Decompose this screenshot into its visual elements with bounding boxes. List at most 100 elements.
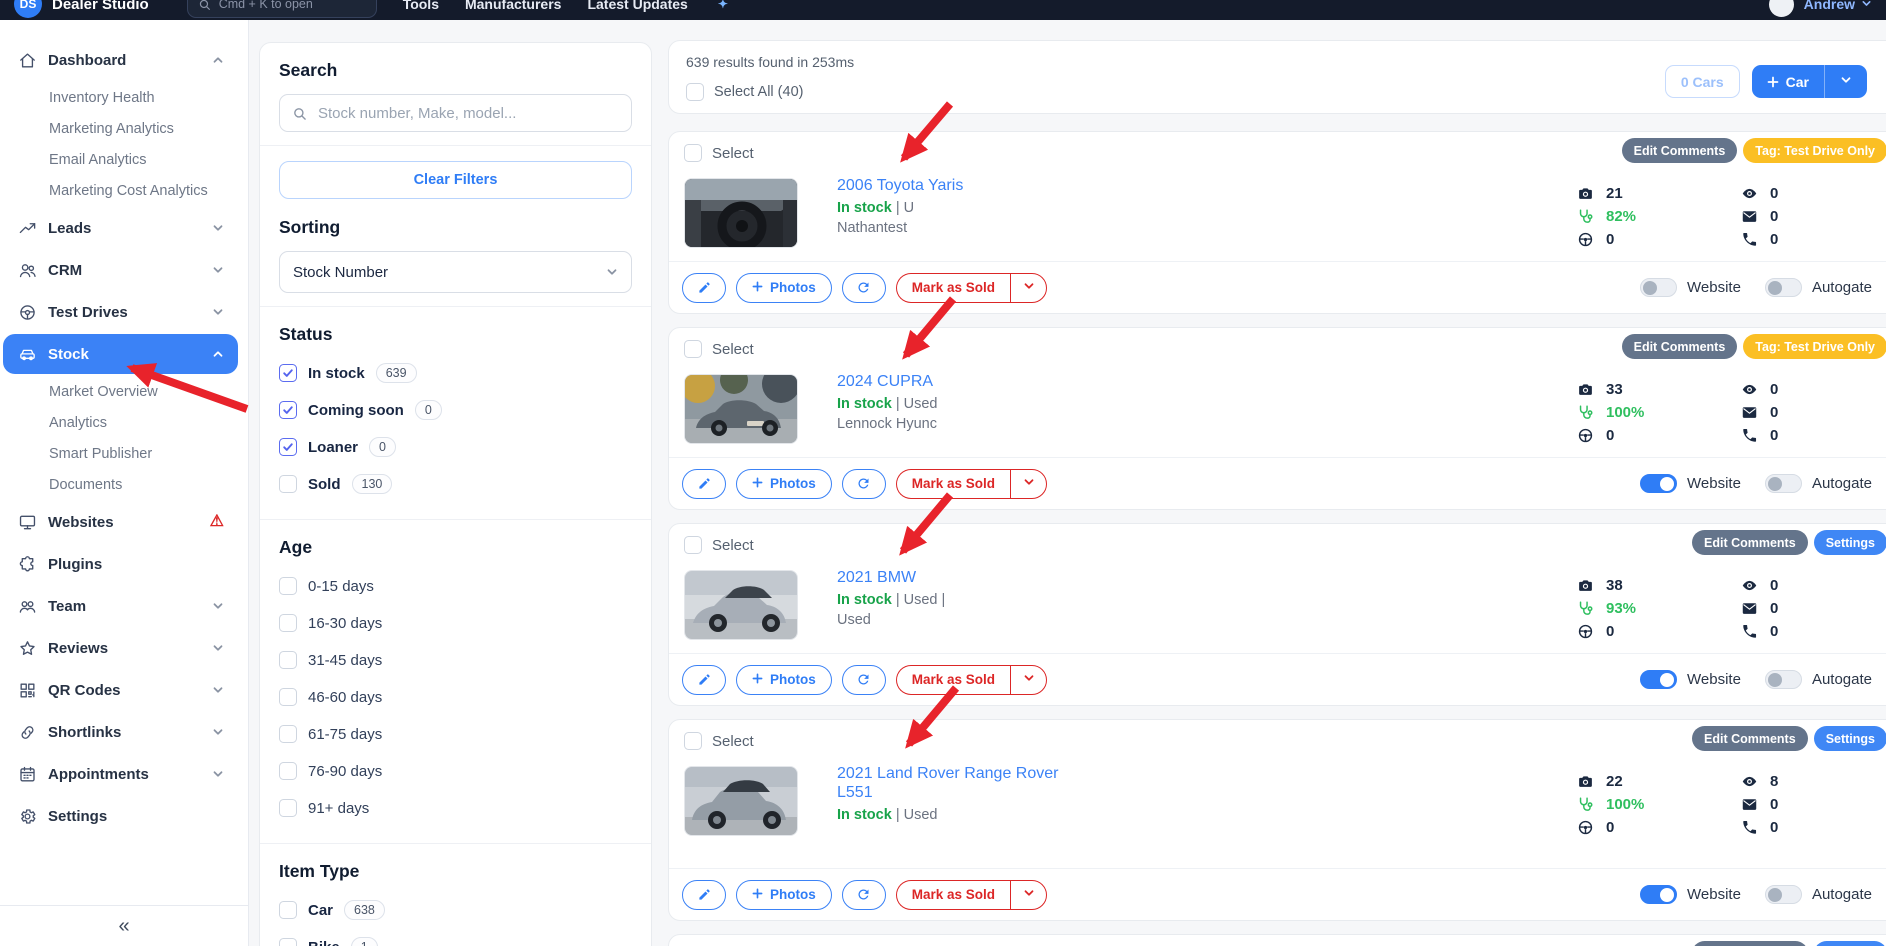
age-filter-0-15-days[interactable]: 0-15 days xyxy=(279,571,632,601)
checkbox[interactable] xyxy=(279,688,297,706)
clear-filters-button[interactable]: Clear Filters xyxy=(279,161,632,199)
age-filter-31-45-days[interactable]: 31-45 days xyxy=(279,645,632,675)
car-thumbnail[interactable] xyxy=(684,766,798,836)
checkbox[interactable] xyxy=(279,577,297,595)
refresh-button[interactable] xyxy=(841,272,886,303)
refresh-button[interactable] xyxy=(841,664,886,695)
badge-settings[interactable]: Settings xyxy=(1813,530,1886,555)
autogate-toggle[interactable] xyxy=(1764,278,1802,297)
sidebar-item-stock[interactable]: Stock xyxy=(3,334,238,374)
age-filter-46-60-days[interactable]: 46-60 days xyxy=(279,682,632,712)
mark-as-sold-button[interactable]: Mark as Sold xyxy=(895,879,1011,910)
badge-edit-comments[interactable]: Edit Comments xyxy=(1621,138,1738,163)
sidebar-item-shortlinks[interactable]: Shortlinks xyxy=(3,712,238,752)
mark-sold-dropdown-button[interactable] xyxy=(1010,272,1048,303)
website-toggle[interactable] xyxy=(1640,474,1678,493)
user-avatar[interactable] xyxy=(1768,0,1794,17)
status-filter-sold[interactable]: Sold 130 xyxy=(279,469,632,499)
sidebar-subitem-analytics[interactable]: Analytics xyxy=(0,407,248,438)
status-filter-loaner[interactable]: Loaner 0 xyxy=(279,432,632,462)
listing-select-control[interactable]: Select xyxy=(684,732,754,750)
mark-sold-dropdown-button[interactable] xyxy=(1010,468,1048,499)
refresh-button[interactable] xyxy=(841,879,886,910)
app-logo[interactable]: DS xyxy=(14,0,42,18)
sidebar-subitem-market-overview[interactable]: Market Overview xyxy=(0,376,248,407)
top-nav-link-manufacturers[interactable]: Manufacturers xyxy=(465,0,561,12)
checkbox[interactable] xyxy=(279,614,297,632)
car-thumbnail[interactable] xyxy=(684,178,798,248)
car-thumbnail[interactable] xyxy=(684,374,798,444)
checkbox[interactable] xyxy=(279,651,297,669)
listing-select-control[interactable]: Select xyxy=(684,536,754,554)
badge-tag-test-drive-only[interactable]: Tag: Test Drive Only xyxy=(1743,138,1886,163)
user-menu[interactable]: Andrew xyxy=(1804,0,1872,12)
top-nav-link-tools[interactable]: Tools xyxy=(403,0,439,12)
stock-search-input[interactable] xyxy=(316,103,619,123)
checkbox[interactable] xyxy=(279,401,297,419)
autogate-toggle[interactable] xyxy=(1764,670,1802,689)
edit-button[interactable] xyxy=(682,664,726,695)
car-thumbnail[interactable] xyxy=(684,570,798,640)
item-type-filter-bike[interactable]: Bike 1 xyxy=(279,932,632,946)
badge-settings[interactable]: Settings xyxy=(1813,726,1886,751)
add-car-dropdown-button[interactable] xyxy=(1824,65,1867,98)
add-photos-button[interactable]: Photos xyxy=(736,879,832,910)
listing-title-link[interactable]: 2021 BMW xyxy=(837,568,1307,587)
age-filter-61-75-days[interactable]: 61-75 days xyxy=(279,719,632,749)
refresh-button[interactable] xyxy=(841,468,886,499)
listing-select-checkbox[interactable] xyxy=(684,340,702,358)
listing-select-checkbox[interactable] xyxy=(684,144,702,162)
checkbox[interactable] xyxy=(279,938,297,946)
sidebar-item-reviews[interactable]: Reviews xyxy=(3,628,238,668)
listing-select-control[interactable]: Select xyxy=(684,340,754,358)
listing-select-checkbox[interactable] xyxy=(684,732,702,750)
sidebar-item-team[interactable]: Team xyxy=(3,586,238,626)
item-type-filter-car[interactable]: Car 638 xyxy=(279,895,632,925)
mark-as-sold-button[interactable]: Mark as Sold xyxy=(895,272,1011,303)
status-filter-in-stock[interactable]: In stock 639 xyxy=(279,358,632,388)
add-car-button[interactable]: Car xyxy=(1752,65,1824,98)
listing-title-link[interactable]: 2021 Land Rover Range Rover L551 xyxy=(837,764,1307,802)
sidebar-subitem-inventory-health[interactable]: Inventory Health xyxy=(0,82,248,113)
checkbox[interactable] xyxy=(279,762,297,780)
sidebar-subitem-smart-publisher[interactable]: Smart Publisher xyxy=(0,438,248,469)
checkbox[interactable] xyxy=(279,901,297,919)
checkbox[interactable] xyxy=(279,364,297,382)
status-filter-coming-soon[interactable]: Coming soon 0 xyxy=(279,395,632,425)
badge-edit-comments[interactable]: Edit Comments xyxy=(1692,941,1808,946)
app-logo-text[interactable]: Dealer Studio xyxy=(52,0,149,13)
sidebar-subitem-email-analytics[interactable]: Email Analytics xyxy=(0,144,248,175)
sidebar-item-plugins[interactable]: Plugins xyxy=(3,544,238,584)
website-toggle[interactable] xyxy=(1640,885,1678,904)
sidebar-collapse-button[interactable]: « xyxy=(0,905,248,946)
badge-tag-test-drive-only[interactable]: Tag: Test Drive Only xyxy=(1743,334,1886,359)
badge-edit-comments[interactable]: Edit Comments xyxy=(1692,726,1808,751)
sorting-select[interactable]: Stock Number xyxy=(279,251,632,293)
listing-select-checkbox[interactable] xyxy=(684,536,702,554)
sidebar-item-settings[interactable]: Settings xyxy=(3,796,238,836)
sidebar-item-appointments[interactable]: Appointments xyxy=(3,754,238,794)
autogate-toggle[interactable] xyxy=(1764,885,1802,904)
listing-title-link[interactable]: 2024 CUPRA xyxy=(837,372,1307,391)
age-filter-76-90-days[interactable]: 76-90 days xyxy=(279,756,632,786)
mark-as-sold-button[interactable]: Mark as Sold xyxy=(895,468,1011,499)
badge-edit-comments[interactable]: Edit Comments xyxy=(1692,530,1808,555)
add-photos-button[interactable]: Photos xyxy=(736,468,832,499)
autogate-toggle[interactable] xyxy=(1764,474,1802,493)
checkbox[interactable] xyxy=(279,725,297,743)
website-toggle[interactable] xyxy=(1640,670,1678,689)
badge-edit-comments[interactable]: Edit Comments xyxy=(1621,334,1738,359)
website-toggle[interactable] xyxy=(1640,278,1678,297)
sidebar-item-test-drives[interactable]: Test Drives xyxy=(3,292,238,332)
sidebar-item-leads[interactable]: Leads xyxy=(3,208,238,248)
mark-as-sold-button[interactable]: Mark as Sold xyxy=(895,664,1011,695)
add-photos-button[interactable]: Photos xyxy=(736,272,832,303)
checkbox[interactable] xyxy=(279,799,297,817)
selected-cars-button[interactable]: 0 Cars xyxy=(1664,65,1740,98)
age-filter-91-days[interactable]: 91+ days xyxy=(279,793,632,823)
sidebar-subitem-documents[interactable]: Documents xyxy=(0,469,248,500)
sidebar-item-crm[interactable]: CRM xyxy=(3,250,238,290)
edit-button[interactable] xyxy=(682,879,726,910)
mark-sold-dropdown-button[interactable] xyxy=(1010,664,1048,695)
add-photos-button[interactable]: Photos xyxy=(736,664,832,695)
